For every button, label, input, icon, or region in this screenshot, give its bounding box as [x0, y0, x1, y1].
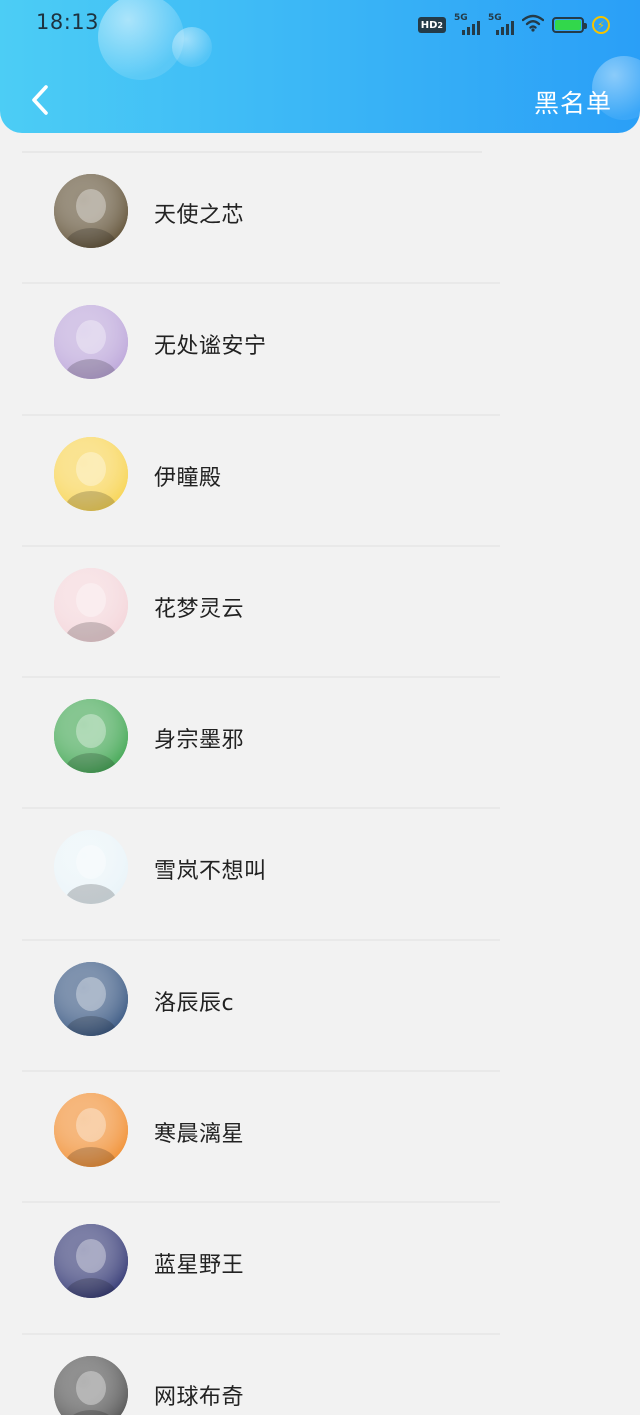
blacklist-item[interactable]: 寒晨漓星 — [22, 1072, 500, 1204]
avatar — [54, 436, 128, 511]
hd-voice-icon: HD 2 — [417, 17, 446, 33]
title-bar: 18:13 HD 2 5G 5G ⚡ 黑名单 — [0, 0, 640, 133]
signal-5g-icon: 5G — [488, 13, 514, 35]
page-title: 黑名单 — [533, 89, 612, 118]
avatar — [54, 1355, 128, 1415]
decorative-bubble — [98, 0, 184, 80]
status-icons: HD 2 5G 5G ⚡ — [417, 13, 610, 37]
contact-name: 身宗墨邪 — [154, 728, 245, 754]
contact-name: 雪岚不想叫 — [154, 859, 267, 885]
charging-icon: ⚡ — [592, 16, 610, 34]
contact-name: 蓝星野王 — [154, 1253, 245, 1279]
avatar — [54, 1224, 128, 1299]
avatar — [54, 699, 128, 774]
contact-name: 伊瞳殿 — [154, 465, 222, 491]
hd-label: HD — [420, 19, 438, 31]
battery-icon — [552, 17, 587, 33]
contact-name: 寒晨漓星 — [154, 1122, 245, 1148]
blacklist-item[interactable]: 网球布奇 — [22, 1335, 500, 1415]
signal-5g-icon: 5G — [454, 13, 480, 35]
avatar — [54, 174, 128, 248]
avatar — [54, 1093, 128, 1168]
back-button[interactable] — [20, 78, 60, 122]
decorative-bubble — [172, 27, 212, 67]
avatar — [54, 305, 128, 380]
blacklist-item[interactable]: 蓝星野王 — [22, 1203, 500, 1335]
blacklist-item[interactable]: 身宗墨邪 — [22, 678, 500, 810]
blacklist-item[interactable]: 花梦灵云 — [22, 547, 500, 679]
chevron-left-icon — [32, 85, 48, 115]
contact-name: 无处谧安宁 — [154, 334, 267, 360]
contact-name: 天使之芯 — [154, 203, 245, 228]
contact-name: 花梦灵云 — [154, 596, 245, 622]
blacklist-item[interactable]: 无处谧安宁 — [22, 284, 500, 416]
avatar — [54, 830, 128, 905]
contact-name: 网球布奇 — [154, 1384, 245, 1410]
contact-name: 洛辰辰c — [154, 990, 235, 1016]
blacklist-item[interactable]: 雪岚不想叫 — [22, 809, 500, 941]
blacklist-item[interactable]: 天使之芯 — [22, 153, 500, 285]
blacklist-item[interactable]: 洛辰辰c — [22, 941, 500, 1073]
wifi-icon — [521, 14, 545, 36]
avatar — [54, 961, 128, 1036]
avatar — [54, 567, 128, 642]
hd-sub-label: 2 — [437, 20, 443, 30]
sim1-label: 5G — [454, 13, 468, 23]
blacklist-item[interactable]: 伊瞳殿 — [22, 416, 500, 547]
sim2-label: 5G — [488, 13, 502, 23]
status-time: 18:13 — [36, 10, 100, 34]
blacklist-list: 天使之芯无处谧安宁伊瞳殿花梦灵云身宗墨邪雪岚不想叫洛辰辰c 寒晨漓星蓝星野王网球布… — [0, 151, 640, 1415]
